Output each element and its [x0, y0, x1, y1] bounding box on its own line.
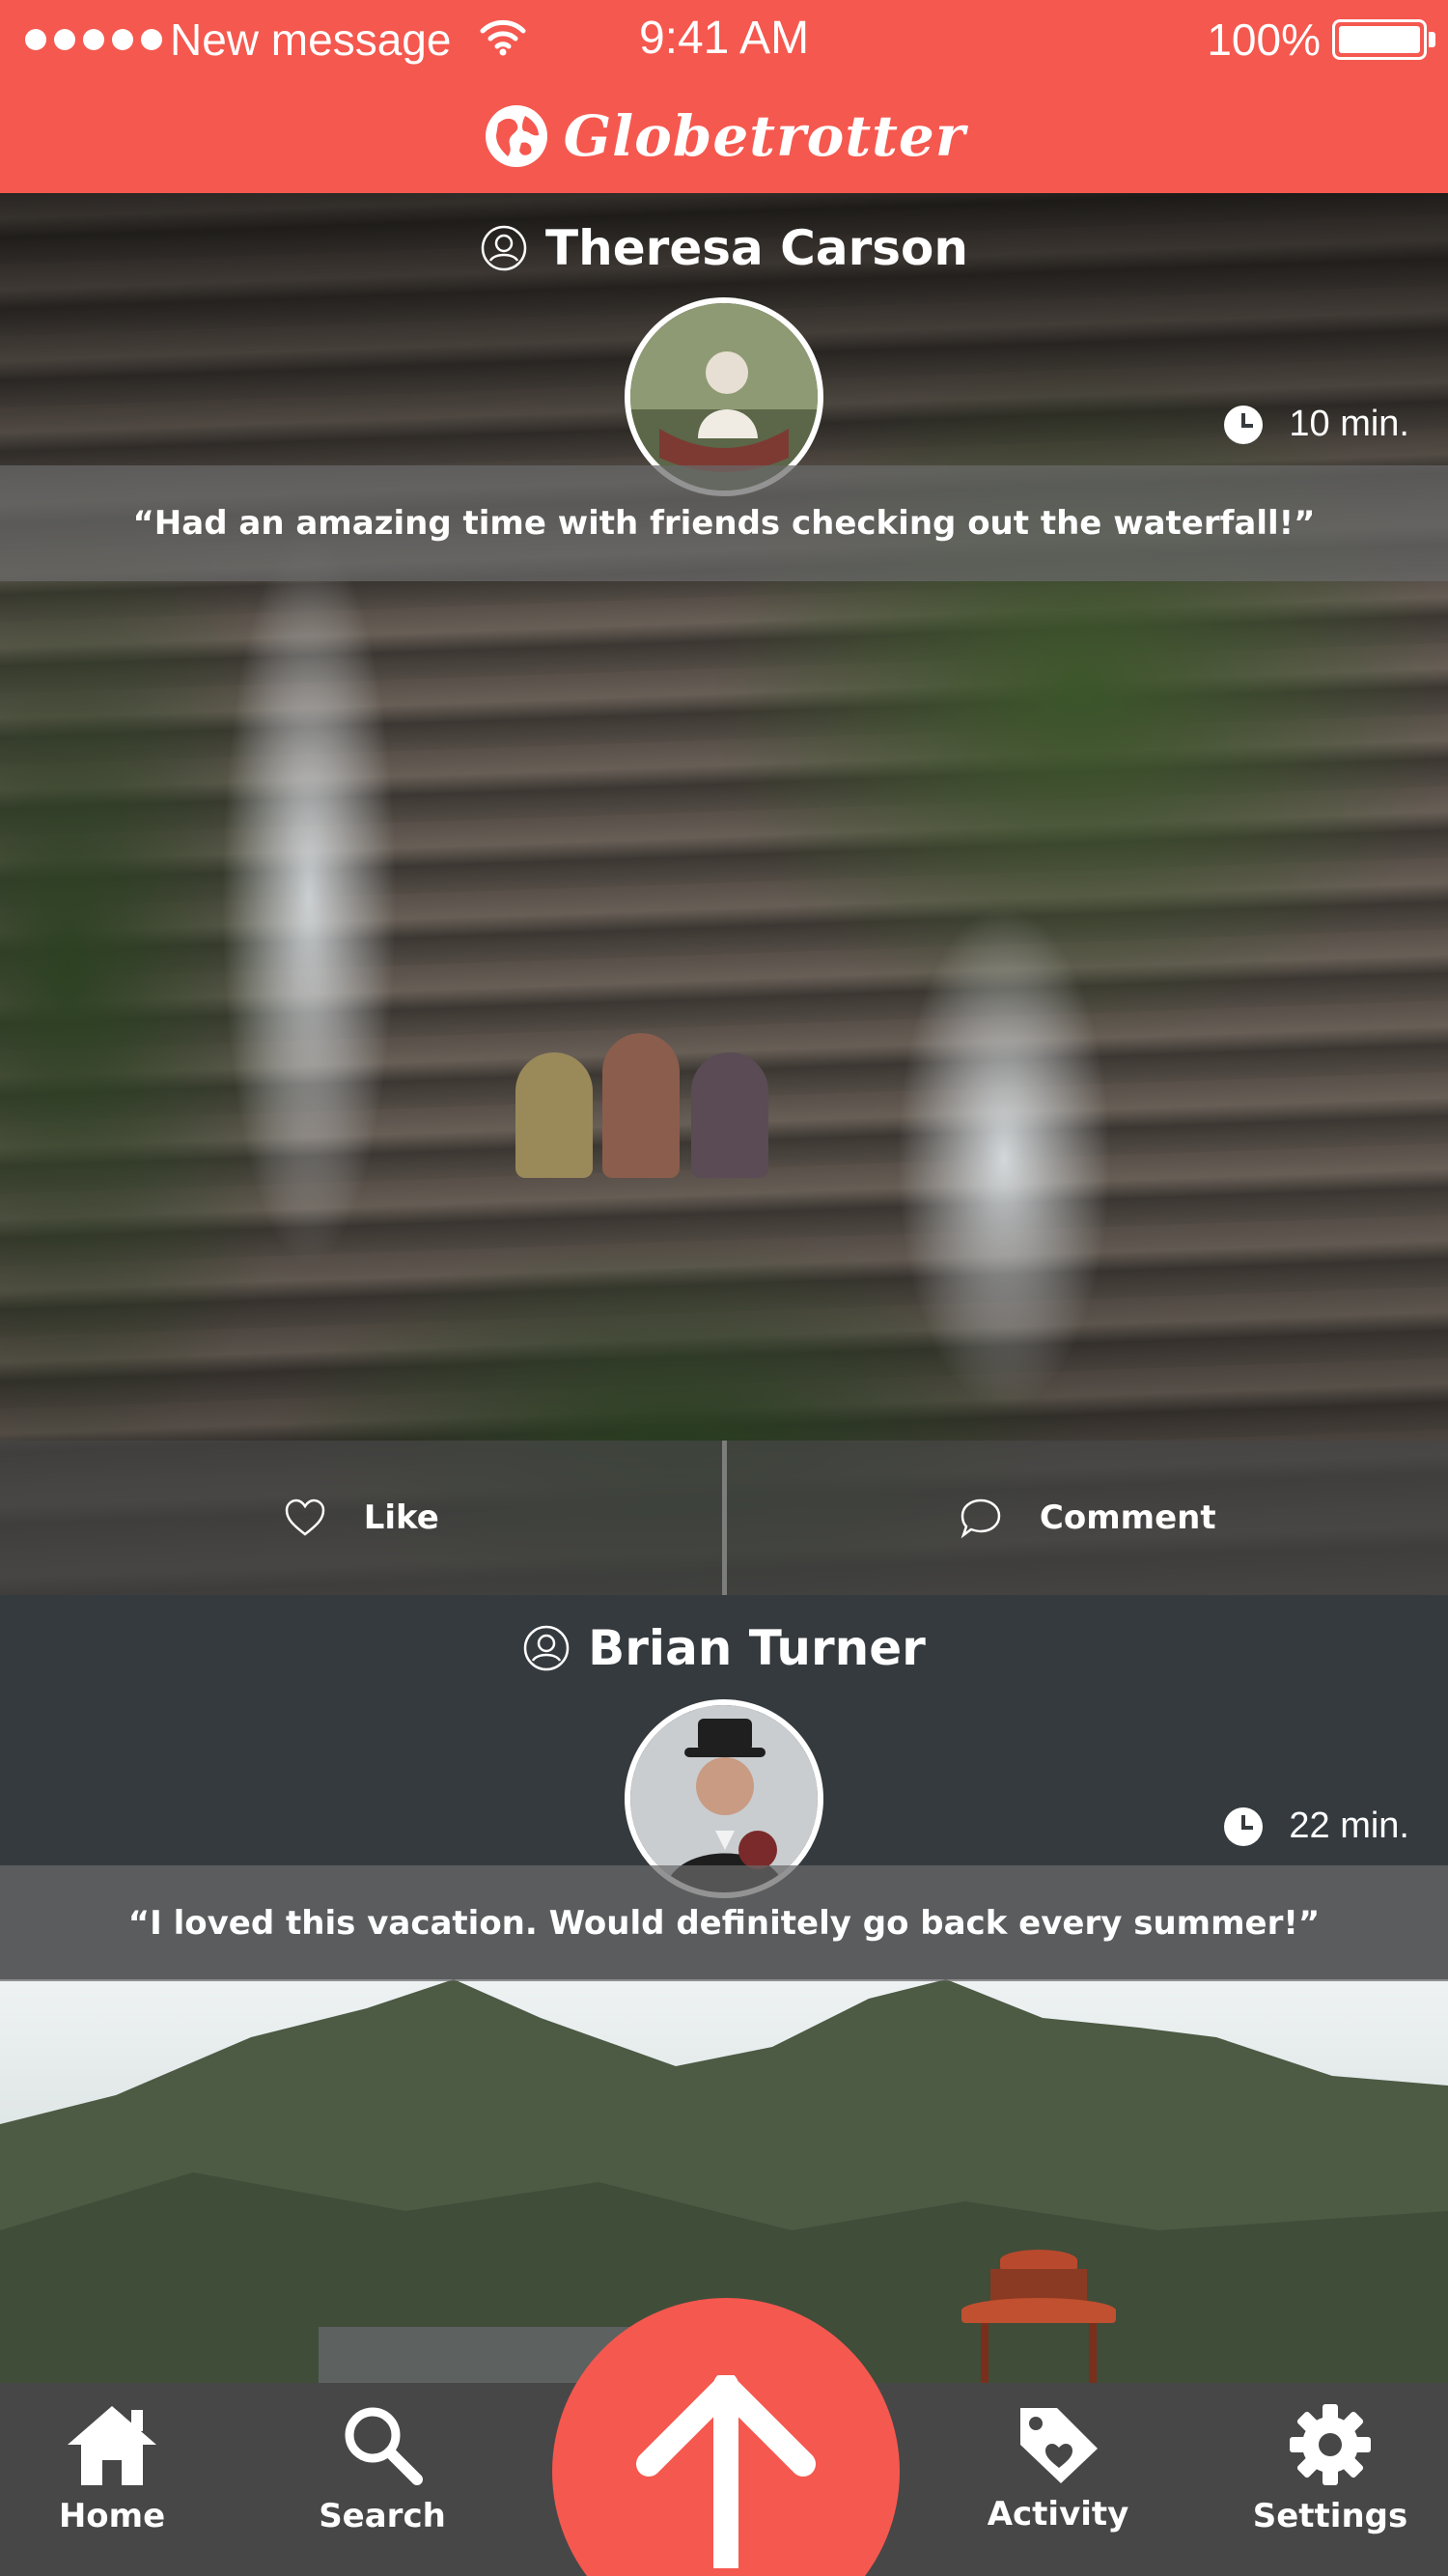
- tag-heart-icon: [1020, 2408, 1098, 2483]
- like-label: Like: [363, 1498, 439, 1537]
- avatar-image: [630, 303, 818, 490]
- tab-search[interactable]: Search: [276, 2402, 488, 2535]
- battery-percentage: 100%: [1207, 14, 1321, 65]
- tab-search-label: Search: [319, 2497, 446, 2535]
- globe-icon: [485, 105, 547, 167]
- home-icon: [68, 2406, 156, 2485]
- user-icon: [481, 225, 527, 271]
- post-time: 10 min.: [1223, 404, 1409, 445]
- tab-settings[interactable]: Settings: [1224, 2402, 1436, 2535]
- photo-pagoda: [961, 2250, 1116, 2385]
- post-user-name: Brian Turner: [588, 1620, 926, 1676]
- clock-icon: [1224, 405, 1264, 444]
- app-name: Globetrotter: [563, 103, 966, 169]
- post-user-row[interactable]: Theresa Carson: [0, 220, 1448, 276]
- post-user-name: Theresa Carson: [545, 220, 968, 276]
- post-time-label: 10 min.: [1289, 404, 1409, 444]
- battery-icon: [1332, 19, 1435, 60]
- post-user-row[interactable]: Brian Turner: [0, 1620, 1448, 1676]
- tab-activity-label: Activity: [987, 2495, 1129, 2534]
- post-caption: “Had an amazing time with friends checki…: [0, 465, 1448, 581]
- comment-label: Comment: [1039, 1498, 1216, 1537]
- tab-settings-label: Settings: [1252, 2497, 1408, 2535]
- post-photo-people: [502, 1023, 792, 1178]
- tab-home[interactable]: Home: [6, 2402, 218, 2535]
- post-time: 22 min.: [1223, 1806, 1409, 1847]
- app-brand[interactable]: Globetrotter: [0, 102, 1448, 170]
- tab-home-label: Home: [58, 2497, 166, 2535]
- comment-button[interactable]: Comment: [727, 1441, 1448, 1595]
- user-icon: [523, 1625, 570, 1671]
- comment-icon: [961, 1498, 1001, 1539]
- feed-post-theresa: Theresa Carson 10 min. “Had an amazing t…: [0, 193, 1448, 1595]
- search-icon: [345, 2407, 423, 2485]
- status-bar: New message 9:41 AM 100%: [0, 0, 1448, 81]
- post-caption: “I loved this vacation. Would definitely…: [0, 1865, 1448, 1981]
- clock-icon: [1224, 1806, 1264, 1846]
- like-button[interactable]: Like: [0, 1441, 722, 1595]
- gear-icon: [1290, 2404, 1371, 2485]
- avatar-image: [630, 1705, 818, 1892]
- app-header: Globetrotter: [0, 81, 1448, 193]
- upload-arrow-icon: [636, 2375, 816, 2568]
- tab-activity[interactable]: Activity: [952, 2402, 1164, 2534]
- post-action-bar: Like Comment: [0, 1441, 1448, 1595]
- post-time-label: 22 min.: [1289, 1806, 1409, 1846]
- heart-icon: [285, 1498, 324, 1536]
